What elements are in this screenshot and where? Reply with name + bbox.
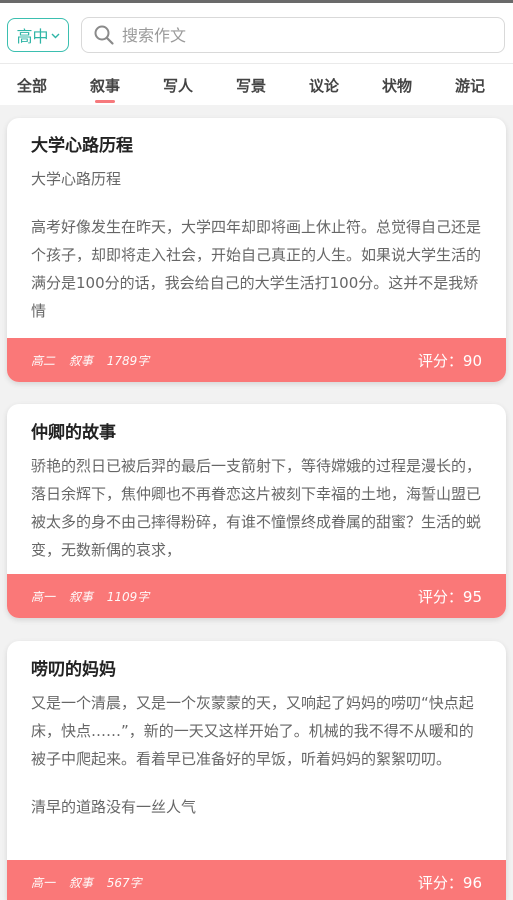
- tab-label: 写人: [162, 76, 193, 95]
- tab-all[interactable]: 全部: [2, 64, 62, 106]
- tab-label: 全部: [16, 76, 47, 95]
- essay-excerpt: 骄艳的烈日已被后羿的最后一支箭射下，等待嫦娥的过程是漫长的，落日余辉下，焦仲卿也…: [31, 457, 482, 559]
- search-icon: [93, 24, 115, 46]
- tab-narrative[interactable]: 叙事: [75, 64, 135, 106]
- essay-grade: 高一: [31, 589, 56, 604]
- search-header: 高中: [0, 3, 513, 63]
- grade-select-label: 高中: [16, 27, 49, 46]
- essay-body: 大学心路历程 高考好像发生在昨天，大学四年却即将画上休止符。总觉得自己还是个孩子…: [31, 165, 483, 325]
- category-tabs: 全部 叙事 写人 写景 议论 状物 游记: [0, 63, 513, 105]
- essay-body: 骄艳的烈日已被后羿的最后一支箭射下，等待嫦娥的过程是漫长的，落日余辉下，焦仲卿也…: [31, 452, 483, 564]
- search-input[interactable]: [122, 25, 482, 45]
- essay-category: 叙事: [68, 875, 93, 890]
- essay-footer: 高一 叙事 567字 评分：96: [7, 860, 506, 900]
- essay-card[interactable]: 唠叨的妈妈 又是一个清晨，又是一个灰蒙蒙的天，又响起了妈妈的唠叨“快点起床，快点…: [7, 641, 506, 900]
- search-box[interactable]: [81, 17, 505, 53]
- tab-label: 叙事: [89, 76, 120, 95]
- essay-meta: 高一 叙事 567字: [31, 874, 152, 891]
- essay-category: 叙事: [68, 353, 93, 368]
- essay-score: 评分：96: [417, 873, 482, 892]
- essay-title: 唠叨的妈妈: [31, 660, 116, 680]
- essay-excerpt-continued: 清早的道路没有一丝人气: [31, 798, 197, 816]
- essay-excerpt: 又是一个清晨，又是一个灰蒙蒙的天，又响起了妈妈的唠叨“快点起床，快点……”，新的…: [31, 694, 474, 768]
- essay-word-count: 1789字: [106, 353, 150, 368]
- chevron-down-icon: [51, 31, 60, 42]
- essay-meta: 高二 叙事 1789字: [31, 352, 159, 369]
- essay-body: 又是一个清晨，又是一个灰蒙蒙的天，又响起了妈妈的唠叨“快点起床，快点……”，新的…: [31, 689, 483, 821]
- tab-scenery[interactable]: 写景: [221, 64, 281, 106]
- essay-score: 评分：95: [417, 587, 482, 606]
- tab-label: 状物: [381, 76, 412, 95]
- tab-object[interactable]: 状物: [367, 64, 427, 106]
- essay-card[interactable]: 大学心路历程 大学心路历程 高考好像发生在昨天，大学四年却即将画上休止符。总觉得…: [7, 118, 506, 382]
- essay-footer: 高二 叙事 1789字 评分：90: [7, 338, 506, 382]
- tab-label: 议论: [308, 76, 339, 95]
- essay-footer: 高一 叙事 1109字 评分：95: [7, 574, 506, 618]
- essay-grade: 高二: [31, 353, 56, 368]
- grade-select[interactable]: 高中: [7, 18, 69, 52]
- essay-score: 评分：90: [417, 351, 482, 370]
- essay-excerpt: 高考好像发生在昨天，大学四年却即将画上休止符。总觉得自己还是个孩子，却即将走入社…: [31, 218, 482, 320]
- essay-subtitle: 大学心路历程: [31, 170, 122, 188]
- essay-title: 大学心路历程: [31, 136, 133, 156]
- tab-argument[interactable]: 议论: [294, 64, 354, 106]
- tab-travel[interactable]: 游记: [440, 64, 500, 106]
- tab-label: 游记: [454, 76, 485, 95]
- essay-grade: 高一: [31, 875, 56, 890]
- essay-meta: 高一 叙事 1109字: [31, 588, 159, 605]
- essay-card[interactable]: 仲卿的故事 骄艳的烈日已被后羿的最后一支箭射下，等待嫦娥的过程是漫长的，落日余辉…: [7, 404, 506, 618]
- essay-title: 仲卿的故事: [31, 423, 116, 443]
- essay-word-count: 1109字: [106, 589, 150, 604]
- tab-label: 写景: [235, 76, 266, 95]
- tab-people[interactable]: 写人: [148, 64, 208, 106]
- essay-word-count: 567字: [106, 875, 142, 890]
- essay-category: 叙事: [68, 589, 93, 604]
